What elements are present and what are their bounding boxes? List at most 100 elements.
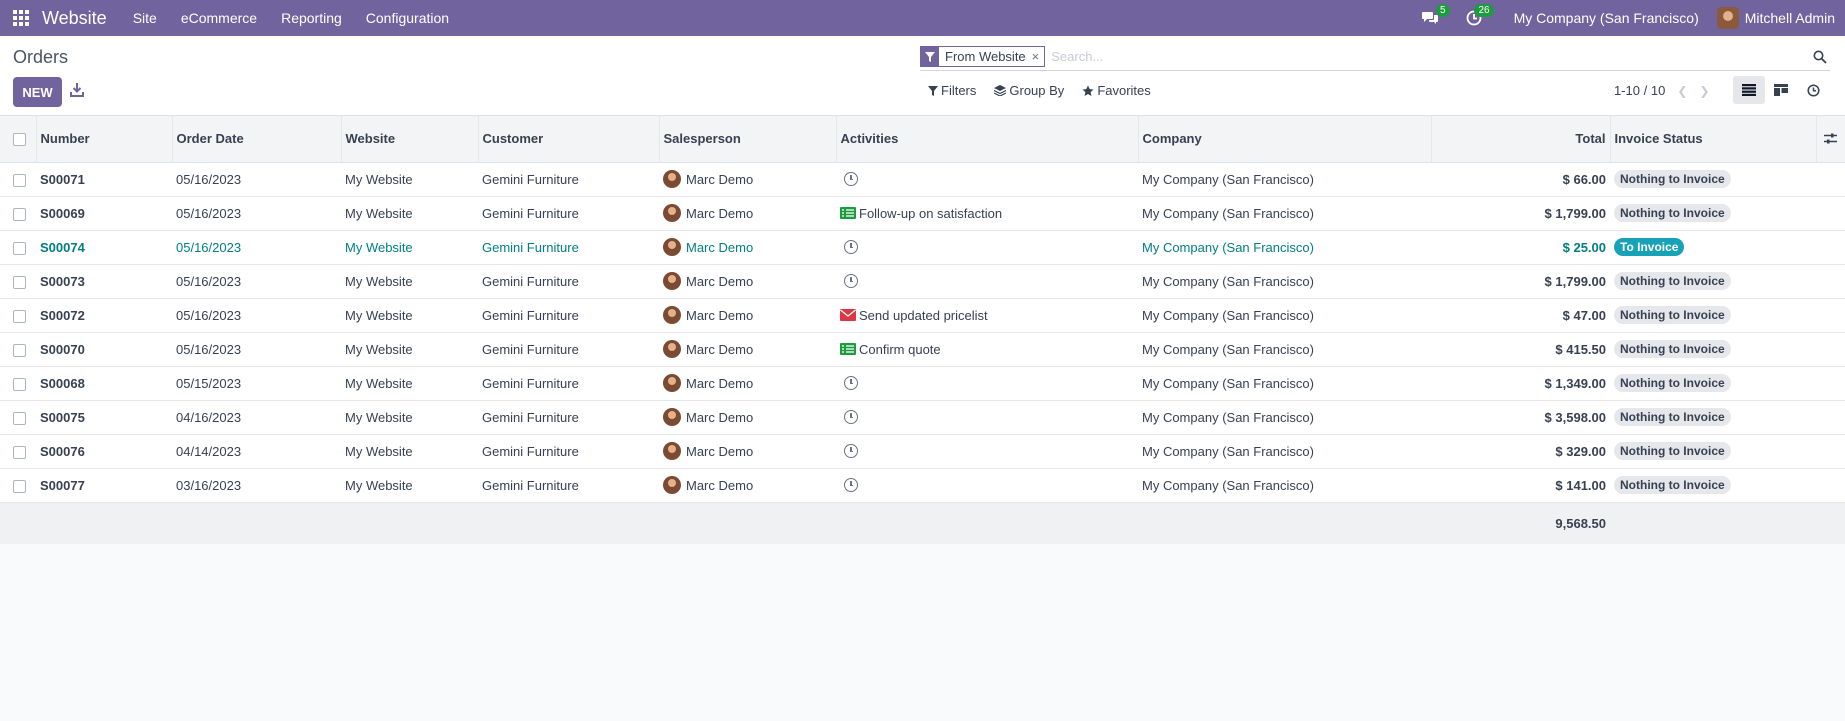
filter-icon	[921, 46, 939, 67]
activity-widget[interactable]	[840, 274, 1134, 288]
cell-invoice-status: Nothing to Invoice	[1610, 298, 1816, 332]
column-header-company[interactable]: Company	[1138, 116, 1432, 163]
row-checkbox[interactable]	[13, 343, 26, 357]
favorites-toggle[interactable]: Favorites	[1082, 83, 1151, 98]
activity-widget[interactable]	[840, 172, 1134, 186]
activity-widget[interactable]	[840, 376, 1134, 390]
cell-salesperson: Marc Demo	[659, 434, 836, 468]
salesperson-name: Marc Demo	[686, 443, 754, 459]
select-all-cell	[0, 116, 37, 163]
search-icon[interactable]	[1810, 47, 1830, 67]
row-checkbox[interactable]	[13, 309, 26, 323]
table-row[interactable]: S00068 05/15/2023 My Website Gemini Furnitu…	[0, 366, 1845, 400]
activity-widget[interactable]: Follow-up on satisfaction	[840, 206, 1134, 221]
page-title: Orders	[13, 47, 69, 67]
user-menu[interactable]: Mitchell Admin	[1716, 7, 1845, 29]
activity-menu[interactable]: 26	[1452, 0, 1496, 36]
table-row[interactable]: S00069 05/16/2023 My Website Gemini Furnitu…	[0, 196, 1845, 230]
column-header-salesperson[interactable]: Salesperson	[659, 116, 837, 163]
app-brand[interactable]: Website	[42, 8, 107, 29]
cell-invoice-status: Nothing to Invoice	[1610, 366, 1816, 400]
table-row[interactable]: S00075 04/16/2023 My Website Gemini Furnitu…	[0, 400, 1845, 434]
table-row[interactable]: S00076 04/14/2023 My Website Gemini Furnitu…	[0, 434, 1845, 468]
activity-widget[interactable]: Confirm quote	[840, 342, 1134, 357]
apps-menu-icon[interactable]	[0, 0, 42, 36]
activity-view-icon[interactable]	[1797, 76, 1829, 104]
menu-ecommerce[interactable]: eCommerce	[169, 0, 269, 36]
cell-number: S00068	[40, 375, 85, 391]
status-badge: Nothing to Invoice	[1614, 204, 1731, 222]
cell-total: $ 1,799.00	[1544, 273, 1606, 289]
column-header-website[interactable]: Website	[341, 116, 479, 163]
kanban-view-icon[interactable]	[1765, 76, 1797, 104]
new-button[interactable]: NEW	[13, 77, 62, 107]
pager-value[interactable]: 1-10 / 10	[1614, 83, 1665, 98]
company-switcher[interactable]: My Company (San Francisco)	[1496, 10, 1717, 26]
optional-columns-toggle[interactable]	[1816, 116, 1845, 163]
export-all-icon[interactable]	[70, 82, 88, 102]
row-select-cell	[0, 400, 36, 434]
messaging-menu[interactable]: 5	[1408, 0, 1452, 36]
status-badge: Nothing to Invoice	[1614, 170, 1731, 188]
pager-next-icon[interactable]: ❯	[1699, 84, 1709, 98]
row-checkbox[interactable]	[13, 275, 26, 289]
activity-widget[interactable]: Send updated pricelist	[840, 308, 1134, 323]
search-bar: From Website ×	[920, 43, 1830, 71]
status-badge: Nothing to Invoice	[1614, 408, 1731, 426]
cell-website: My Website	[345, 443, 413, 459]
status-badge: Nothing to Invoice	[1614, 442, 1731, 460]
table-row[interactable]: S00071 05/16/2023 My Website Gemini Furnitu…	[0, 162, 1845, 196]
row-checkbox[interactable]	[13, 411, 26, 425]
search-options: Filters Group By Favorites	[928, 83, 1169, 98]
cell-customer: Gemini Furniture	[482, 307, 579, 323]
table-row[interactable]: S00072 05/16/2023 My Website Gemini Furnitu…	[0, 298, 1845, 332]
column-header-activities[interactable]: Activities	[836, 116, 1139, 163]
menu-site[interactable]: Site	[121, 0, 169, 36]
table-row[interactable]: S00077 03/16/2023 My Website Gemini Furnitu…	[0, 468, 1845, 502]
cell-company: My Company (San Francisco)	[1142, 443, 1314, 459]
filters-toggle[interactable]: Filters	[928, 83, 976, 98]
activity-widget[interactable]	[840, 240, 1134, 254]
cell-number: S00077	[40, 477, 85, 493]
cell-number: S00074	[40, 239, 85, 255]
row-checkbox[interactable]	[13, 173, 26, 187]
table-row[interactable]: S00070 05/16/2023 My Website Gemini Furnitu…	[0, 332, 1845, 366]
activity-widget[interactable]	[840, 444, 1134, 458]
column-header-order-date[interactable]: Order Date	[172, 116, 342, 163]
select-all-checkbox[interactable]	[13, 133, 26, 147]
column-header-total[interactable]: Total	[1431, 116, 1611, 163]
column-header-customer[interactable]: Customer	[478, 116, 660, 163]
activity-widget[interactable]	[840, 410, 1134, 424]
table-row[interactable]: S00073 05/16/2023 My Website Gemini Furnitu…	[0, 264, 1845, 298]
status-badge: Nothing to Invoice	[1614, 340, 1731, 358]
cell-number: S00075	[40, 409, 85, 425]
column-header-invoice-status[interactable]: Invoice Status	[1610, 116, 1817, 163]
row-checkbox[interactable]	[13, 241, 26, 255]
menu-reporting[interactable]: Reporting	[269, 0, 354, 36]
cell-order-date: 05/16/2023	[176, 341, 242, 357]
cell-salesperson: Marc Demo	[659, 162, 836, 196]
row-checkbox[interactable]	[13, 377, 26, 391]
column-header-number[interactable]: Number	[36, 116, 173, 163]
cell-website: My Website	[345, 273, 413, 289]
list-view-icon[interactable]	[1733, 76, 1765, 104]
activity-widget[interactable]	[840, 478, 1134, 492]
cell-order-date: 05/15/2023	[176, 375, 242, 391]
groupby-toggle[interactable]: Group By	[994, 83, 1064, 98]
row-checkbox[interactable]	[13, 479, 26, 493]
orders-table: Number Order Date Website Customer Sales…	[0, 116, 1845, 544]
facet-remove-icon[interactable]: ×	[1032, 49, 1045, 64]
pager-previous-icon[interactable]: ❮	[1677, 84, 1687, 98]
cell-order-date: 04/16/2023	[176, 409, 242, 425]
salesperson-name: Marc Demo	[686, 307, 754, 323]
search-input[interactable]	[1051, 49, 1810, 64]
table-row[interactable]: S00074 05/16/2023 My Website Gemini Furnitu…	[0, 230, 1845, 264]
cell-salesperson: Marc Demo	[659, 298, 836, 332]
cell-customer: Gemini Furniture	[482, 477, 579, 493]
menu-configuration[interactable]: Configuration	[354, 0, 461, 36]
status-badge: Nothing to Invoice	[1614, 306, 1731, 324]
cell-total: $ 3,598.00	[1544, 409, 1606, 425]
row-checkbox[interactable]	[13, 207, 26, 221]
cell-order-date: 04/14/2023	[176, 443, 242, 459]
row-checkbox[interactable]	[13, 445, 26, 459]
